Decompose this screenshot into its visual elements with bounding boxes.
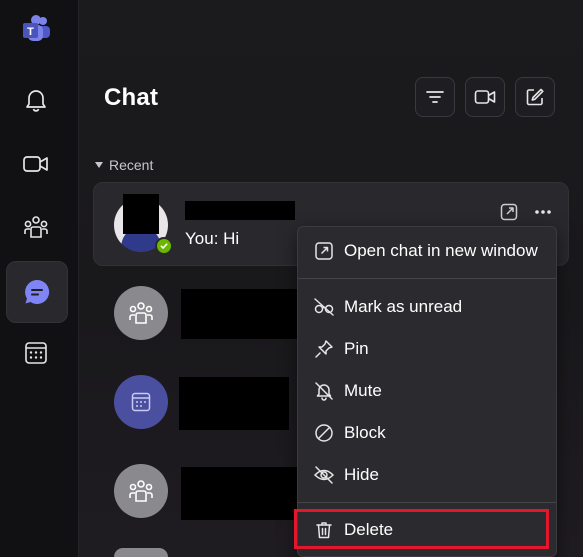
- video-camera-icon: [474, 88, 496, 106]
- calendar-icon: [23, 340, 49, 366]
- app-rail: T: [0, 0, 79, 557]
- menu-item-block[interactable]: Block: [298, 412, 556, 454]
- menu-item-mute[interactable]: Mute: [298, 370, 556, 412]
- menu-item-delete[interactable]: Delete: [298, 509, 556, 551]
- people-community-icon: [22, 213, 50, 241]
- presence-available-icon: [155, 237, 173, 255]
- menu-divider: [298, 502, 556, 503]
- block-icon: [312, 421, 336, 445]
- group-icon: [126, 299, 156, 327]
- menu-item-label: Block: [344, 423, 386, 442]
- group-avatar[interactable]: [114, 286, 168, 340]
- bell-off-icon: [312, 379, 336, 403]
- trash-icon: [312, 518, 336, 542]
- recent-section-header[interactable]: Recent: [95, 157, 153, 173]
- menu-item-label: Mute: [344, 381, 382, 400]
- filter-button[interactable]: [415, 77, 455, 117]
- group-avatar[interactable]: [114, 548, 168, 557]
- pin-icon: [312, 337, 336, 361]
- redacted-contact-name: [185, 201, 295, 220]
- chat-bubble-icon: [22, 277, 52, 307]
- bell-icon: [23, 87, 49, 113]
- menu-item-label: Hide: [344, 465, 379, 484]
- eye-off-icon: [312, 295, 336, 319]
- hide-icon: [312, 463, 336, 487]
- menu-item-hide[interactable]: Hide: [298, 454, 556, 496]
- chat-context-menu: Open chat in new window Mark as unread P…: [297, 226, 557, 557]
- menu-item-open-new-window[interactable]: Open chat in new window: [298, 230, 556, 272]
- group-icon: [126, 477, 156, 505]
- menu-item-label: Mark as unread: [344, 297, 463, 316]
- page-title: Chat: [104, 84, 159, 111]
- more-options-button[interactable]: [532, 202, 554, 222]
- message-preview: You: Hi: [185, 229, 240, 248]
- meet-now-button[interactable]: [465, 77, 505, 117]
- compose-icon: [525, 87, 545, 107]
- rail-activity-button[interactable]: [6, 70, 66, 130]
- group-avatar[interactable]: [114, 464, 168, 518]
- video-camera-icon: [22, 152, 50, 176]
- teams-logo-icon: T: [22, 14, 52, 44]
- menu-item-label: Open chat in new window: [344, 241, 538, 260]
- chevron-down-icon: [95, 162, 103, 168]
- rail-calendar-button[interactable]: [6, 323, 66, 383]
- meeting-avatar[interactable]: [114, 375, 168, 429]
- section-label: Recent: [109, 157, 154, 173]
- pop-out-icon: [312, 239, 336, 263]
- menu-item-pin[interactable]: Pin: [298, 328, 556, 370]
- pop-out-icon: [500, 203, 518, 221]
- redacted-face: [123, 194, 159, 234]
- menu-item-label: Delete: [344, 520, 394, 539]
- menu-item-label: Pin: [344, 339, 369, 358]
- rail-meet-button[interactable]: [6, 134, 66, 194]
- svg-text:T: T: [27, 26, 34, 38]
- rail-chat-button[interactable]: [6, 261, 68, 323]
- pop-out-chat-button[interactable]: [499, 202, 519, 222]
- calendar-icon: [130, 391, 152, 413]
- new-chat-button[interactable]: [515, 77, 555, 117]
- redacted-chat-name: [179, 377, 289, 430]
- menu-divider: [298, 278, 556, 279]
- filter-icon: [425, 89, 445, 105]
- ellipsis-icon: [534, 209, 552, 215]
- redacted-chat-name: [181, 289, 299, 339]
- menu-item-mark-unread[interactable]: Mark as unread: [298, 286, 556, 328]
- rail-communities-button[interactable]: [6, 197, 66, 257]
- redacted-chat-name: [181, 467, 299, 520]
